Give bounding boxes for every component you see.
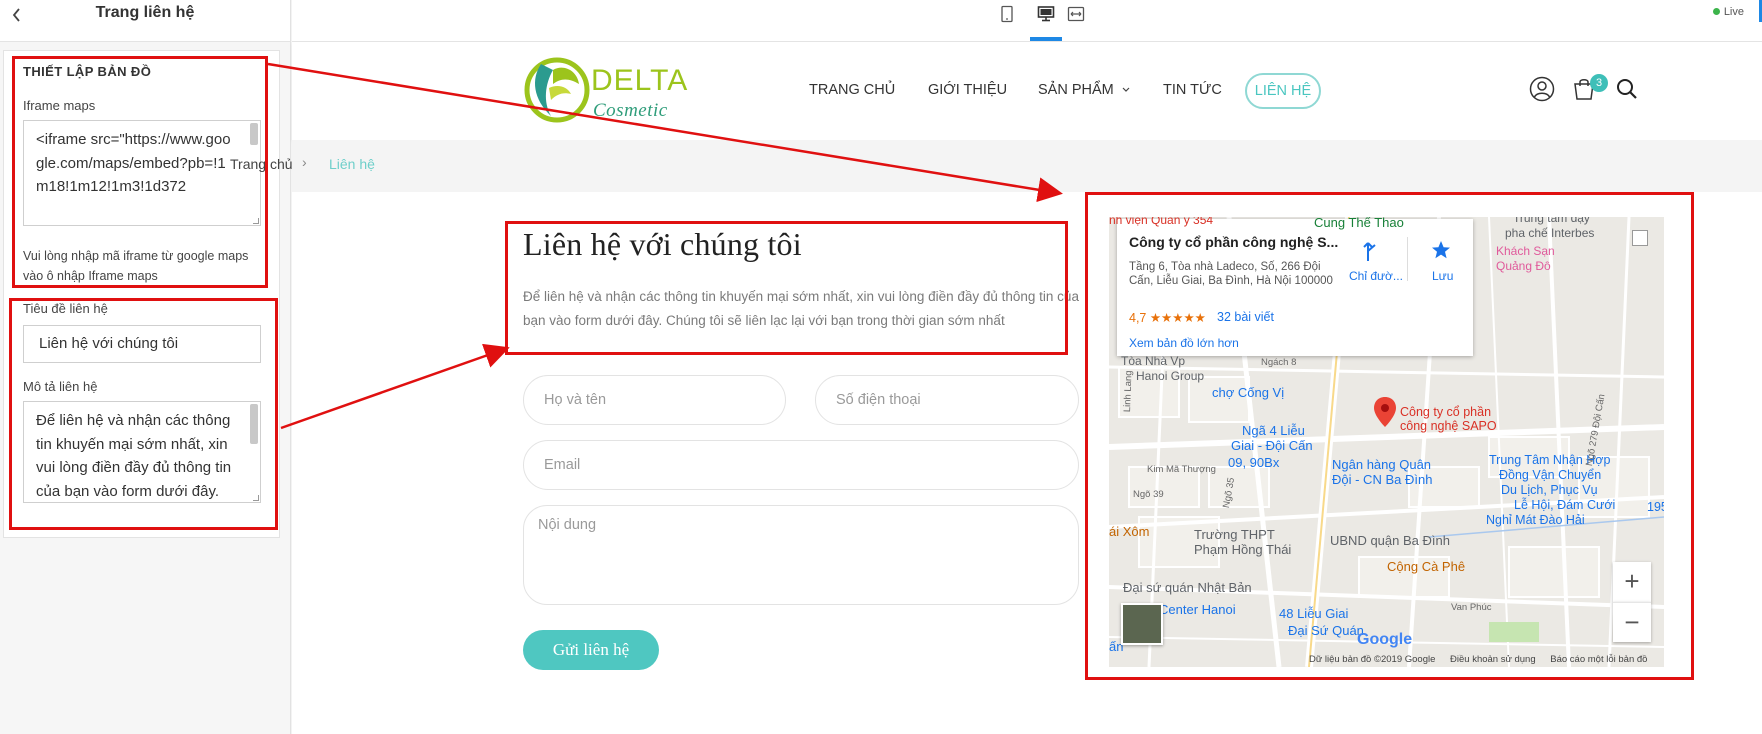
arrow-to-map — [267, 62, 1063, 203]
editor-root: Trang liên hệ THIẾT LẬP BẢN ĐỒ Iframe ma… — [0, 0, 1762, 734]
arrow-to-heading — [280, 343, 510, 430]
annotation-arrows — [267, 62, 1063, 430]
